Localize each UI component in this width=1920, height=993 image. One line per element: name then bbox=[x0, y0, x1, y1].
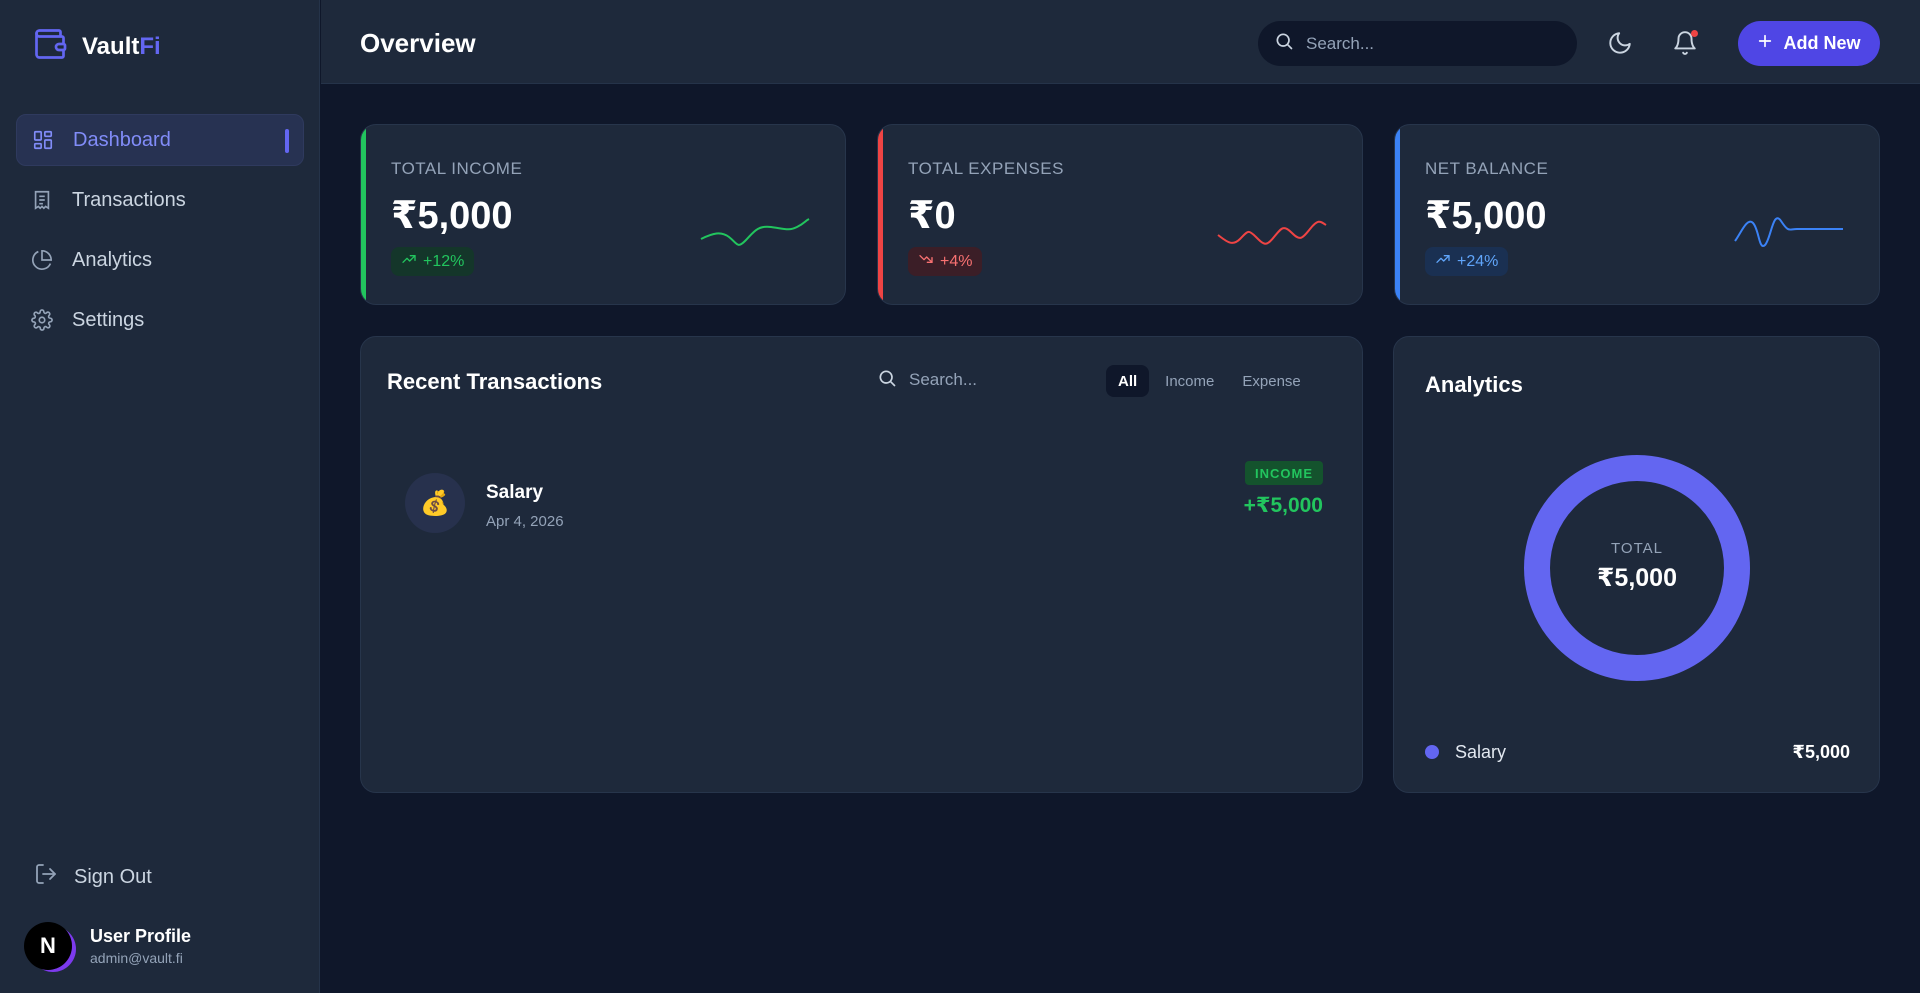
stat-value: ₹5,000 bbox=[1425, 195, 1547, 237]
sign-out-label: Sign Out bbox=[74, 865, 152, 888]
stat-label: TOTAL INCOME bbox=[391, 159, 523, 178]
accent-bar bbox=[878, 125, 883, 304]
search-input[interactable] bbox=[1306, 33, 1546, 54]
transactions-search-input[interactable] bbox=[909, 370, 1109, 390]
stat-change: +4% bbox=[940, 252, 973, 270]
balance-sparkline bbox=[1734, 217, 1843, 248]
header-search[interactable] bbox=[1258, 21, 1577, 66]
income-sparkline bbox=[700, 218, 810, 246]
expenses-sparkline bbox=[1217, 220, 1327, 245]
stat-card-total-income: TOTAL INCOME ₹5,000 +12% bbox=[360, 124, 846, 305]
theme-toggle-button[interactable] bbox=[1607, 30, 1633, 56]
grid-icon bbox=[31, 128, 55, 152]
trending-up-icon bbox=[401, 251, 417, 272]
profile-email: admin@vault.fi bbox=[90, 950, 183, 966]
sidebar-item-analytics[interactable]: Analytics bbox=[16, 234, 304, 286]
transaction-amount: +₹5,000 bbox=[1243, 494, 1323, 517]
stat-label: NET BALANCE bbox=[1425, 159, 1549, 178]
page-title: Overview bbox=[360, 28, 476, 58]
trending-down-icon bbox=[918, 251, 934, 272]
donut-total-value: ₹5,000 bbox=[1597, 564, 1677, 592]
transaction-row[interactable]: 💰 Salary Apr 4, 2026 INCOME +₹5,000 bbox=[405, 461, 1323, 535]
notification-dot bbox=[1691, 30, 1698, 37]
transaction-type-badge: INCOME bbox=[1245, 461, 1323, 485]
moon-icon bbox=[1607, 32, 1633, 60]
stat-value: ₹5,000 bbox=[391, 195, 513, 237]
money-bag-icon: 💰 bbox=[405, 473, 465, 533]
log-out-icon bbox=[34, 862, 58, 892]
notifications-button[interactable] bbox=[1672, 30, 1698, 56]
filter-expense[interactable]: Expense bbox=[1230, 365, 1312, 397]
avatar: N bbox=[24, 922, 72, 970]
accent-bar bbox=[361, 125, 366, 304]
top-header: Overview Add New bbox=[321, 0, 1920, 84]
legend-label: Salary bbox=[1455, 742, 1507, 762]
search-icon bbox=[877, 368, 897, 393]
donut-total-label: TOTAL bbox=[1611, 540, 1663, 557]
transactions-search[interactable] bbox=[865, 361, 1125, 399]
sidebar: VaultFi Dashboard Transactions Analytics… bbox=[0, 0, 320, 993]
panel-title: Recent Transactions bbox=[387, 369, 603, 394]
filter-all[interactable]: All bbox=[1106, 365, 1150, 397]
accent-bar bbox=[1395, 125, 1400, 304]
trending-up-icon bbox=[1435, 251, 1451, 272]
stat-change: +24% bbox=[1457, 252, 1499, 270]
pie-chart-icon bbox=[30, 248, 54, 272]
panel-title: Analytics bbox=[1425, 372, 1523, 397]
sidebar-item-transactions[interactable]: Transactions bbox=[16, 174, 304, 226]
add-new-label: Add New bbox=[1783, 33, 1861, 53]
transaction-filters: All Income Expense bbox=[1106, 365, 1313, 397]
plus-icon bbox=[1757, 33, 1773, 54]
stat-card-total-expenses: TOTAL EXPENSES ₹0 +4% bbox=[877, 124, 1363, 305]
brand-name: VaultFi bbox=[82, 32, 161, 60]
wallet-icon bbox=[32, 26, 68, 67]
legend-value: ₹5,000 bbox=[1792, 742, 1850, 762]
sidebar-item-dashboard[interactable]: Dashboard bbox=[16, 114, 304, 166]
stat-value: ₹0 bbox=[908, 195, 956, 237]
donut-chart: TOTAL ₹5,000 bbox=[1524, 455, 1750, 681]
legend-item: Salary ₹5,000 bbox=[1425, 740, 1850, 764]
sidebar-item-label: Dashboard bbox=[73, 128, 171, 151]
stat-card-net-balance: NET BALANCE ₹5,000 +24% bbox=[1394, 124, 1880, 305]
stat-change-badge: +24% bbox=[1425, 247, 1509, 276]
stat-change: +12% bbox=[423, 252, 465, 270]
sidebar-item-label: Analytics bbox=[72, 248, 153, 271]
transaction-date: Apr 4, 2026 bbox=[486, 513, 564, 530]
gear-icon bbox=[30, 308, 54, 332]
brand-logo[interactable]: VaultFi bbox=[32, 26, 161, 67]
sidebar-nav: Dashboard Transactions Analytics Setting… bbox=[16, 114, 304, 354]
stat-change-badge: +12% bbox=[391, 247, 475, 276]
sidebar-item-label: Settings bbox=[72, 308, 145, 331]
add-new-button[interactable]: Add New bbox=[1738, 21, 1880, 66]
legend-dot bbox=[1425, 745, 1439, 759]
stat-change-badge: +4% bbox=[908, 247, 983, 276]
recent-transactions-panel: Recent Transactions All Income Expense 💰… bbox=[360, 336, 1363, 793]
sign-out-button[interactable]: Sign Out bbox=[34, 862, 152, 892]
analytics-panel: Analytics TOTAL ₹5,000 Salary ₹5,000 bbox=[1393, 336, 1880, 793]
bell-icon bbox=[1672, 31, 1698, 60]
user-profile[interactable]: N User Profile admin@vault.fi bbox=[24, 922, 191, 970]
sidebar-item-label: Transactions bbox=[72, 188, 186, 211]
profile-name: User Profile bbox=[90, 926, 192, 946]
sidebar-item-settings[interactable]: Settings bbox=[16, 294, 304, 346]
filter-income[interactable]: Income bbox=[1153, 365, 1226, 397]
receipt-icon bbox=[30, 188, 54, 212]
stat-label: TOTAL EXPENSES bbox=[908, 159, 1064, 178]
search-icon bbox=[1274, 31, 1294, 56]
transaction-name: Salary bbox=[486, 482, 544, 503]
